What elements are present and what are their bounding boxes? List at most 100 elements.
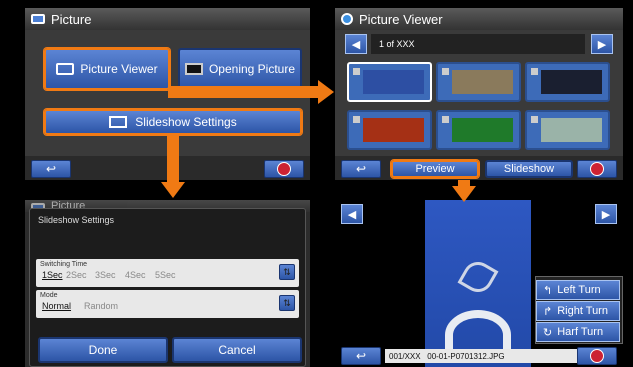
flow-arrow-to-viewer <box>168 86 320 98</box>
left-turn-button[interactable]: ↰ Left Turn <box>536 280 620 300</box>
half-turn-icon: ↻ <box>543 326 553 339</box>
half-turn-button[interactable]: ↻ Harf Turn <box>536 322 620 342</box>
right-turn-label: Right Turn <box>557 305 608 317</box>
back-button[interactable]: ↩ <box>31 160 71 178</box>
navigation-icon <box>277 162 291 176</box>
opening-picture-button[interactable]: Opening Picture <box>178 48 302 90</box>
preview-image <box>425 200 531 367</box>
mode-row: Mode Normal Random ⇅ <box>36 290 299 318</box>
slideshow-settings-label: Slideshow Settings <box>135 115 237 129</box>
opening-picture-label: Opening Picture <box>208 62 296 76</box>
file-info-text: 001/XXX 00-01-P0701312.JPG <box>389 351 505 361</box>
file-info-bar: 001/XXX 00-01-P0701312.JPG <box>385 349 577 363</box>
navigation-button[interactable] <box>577 347 617 365</box>
slideshow-settings-button[interactable]: Slideshow Settings <box>44 109 302 135</box>
arrow-left-icon: ◀ <box>351 38 361 51</box>
thumbnail-6[interactable] <box>525 110 610 150</box>
thumbnail-image <box>452 70 513 94</box>
next-page-button[interactable]: ▶ <box>591 34 613 54</box>
navigation-icon <box>590 162 604 176</box>
back-icon: ↩ <box>45 162 57 176</box>
thumbnail-image <box>541 118 602 142</box>
arrow-right-icon: ▶ <box>597 38 607 51</box>
switching-time-row: Switching Time 1Sec 2Sec 3Sec 4Sec 5Sec … <box>36 259 299 287</box>
thumbnail-checkbox[interactable] <box>442 68 449 75</box>
spin-icon: ⇅ <box>283 266 291 277</box>
thumbnail-5[interactable] <box>436 110 521 150</box>
thumbnail-image <box>363 118 424 142</box>
half-turn-label: Harf Turn <box>557 326 604 338</box>
picture-menu-title: Picture <box>51 11 92 27</box>
picture-menu-titlebar: Picture <box>25 8 310 30</box>
switching-option-4sec[interactable]: 4Sec <box>125 270 146 280</box>
navigation-icon <box>590 349 604 363</box>
flow-arrowhead-to-viewer <box>318 80 334 104</box>
slideshow-button[interactable]: Slideshow <box>485 160 573 178</box>
cancel-button[interactable]: Cancel <box>172 337 302 363</box>
thumbnail-2[interactable] <box>436 62 521 102</box>
slideshow-settings-screen: Picture Slideshow Settings Switching Tim… <box>25 200 310 367</box>
thumbnail-checkbox[interactable] <box>353 68 360 75</box>
globe-icon <box>341 13 353 25</box>
flow-arrowhead-to-settings <box>161 182 185 198</box>
page-indicator: 1 of XXX <box>371 34 585 54</box>
picture-icon <box>31 14 45 24</box>
page-indicator-text: 1 of XXX <box>379 39 415 49</box>
thumbnail-3[interactable] <box>525 62 610 102</box>
right-turn-icon: ↱ <box>543 305 553 318</box>
flow-arrowhead-to-preview <box>452 186 476 202</box>
slideshow-label: Slideshow <box>503 163 555 175</box>
picture-preview-screen: ◀ ▶ ↰ Left Turn ↱ Right Turn ↻ Harf Turn… <box>335 200 623 367</box>
slideshow-arrow-icon <box>109 116 128 128</box>
flow-arrow-to-settings <box>167 136 179 184</box>
done-button[interactable]: Done <box>38 337 168 363</box>
switching-option-2sec[interactable]: 2Sec <box>66 270 87 280</box>
thumbnail-checkbox[interactable] <box>531 68 538 75</box>
preview-button[interactable]: Preview <box>391 160 479 178</box>
switching-option-5sec[interactable]: 5Sec <box>155 270 176 280</box>
picture-viewer-button[interactable]: Picture Viewer <box>44 48 170 90</box>
switching-option-3sec[interactable]: 3Sec <box>95 270 116 280</box>
sculpture-shape <box>457 256 499 298</box>
viewer-bottombar: ↩ Preview Slideshow <box>335 156 623 180</box>
back-button[interactable]: ↩ <box>341 347 381 365</box>
thumbnail-checkbox[interactable] <box>353 116 360 123</box>
right-turn-button[interactable]: ↱ Right Turn <box>536 301 620 321</box>
dialog-title: Slideshow Settings <box>38 215 115 225</box>
thumbnail-1[interactable] <box>347 62 432 102</box>
picture-viewer-screen: Picture Viewer ◀ 1 of XXX ▶ ↩ Preview Sl… <box>335 8 623 180</box>
spin-icon: ⇅ <box>283 297 291 308</box>
switching-time-label: Switching Time <box>40 261 88 268</box>
preview-label: Preview <box>415 163 455 175</box>
rotate-menu: ↰ Left Turn ↱ Right Turn ↻ Harf Turn <box>535 276 623 344</box>
mode-label: Mode <box>40 292 58 299</box>
thumbnail-image <box>452 118 513 142</box>
left-turn-icon: ↰ <box>543 284 553 297</box>
mode-option-random[interactable]: Random <box>84 301 118 311</box>
screen-icon <box>184 63 203 75</box>
slideshow-dialog: Slideshow Settings Switching Time 1Sec 2… <box>29 208 306 367</box>
next-picture-button[interactable]: ▶ <box>595 204 617 224</box>
viewer-title: Picture Viewer <box>359 11 443 27</box>
switching-time-spin-button[interactable]: ⇅ <box>279 264 295 280</box>
navigation-button[interactable] <box>264 160 304 178</box>
thumbnail-checkbox[interactable] <box>442 116 449 123</box>
back-button[interactable]: ↩ <box>341 160 381 178</box>
thumbnail-4[interactable] <box>347 110 432 150</box>
camera-icon <box>56 63 75 75</box>
switching-option-1sec[interactable]: 1Sec <box>42 270 63 280</box>
viewer-titlebar: Picture Viewer <box>335 8 623 30</box>
previous-page-button[interactable]: ◀ <box>345 34 367 54</box>
arrow-left-icon: ◀ <box>347 208 357 221</box>
thumbnail-image <box>363 70 424 94</box>
navigation-button[interactable] <box>577 160 617 178</box>
done-label: Done <box>88 343 118 357</box>
mode-option-normal[interactable]: Normal <box>42 301 71 311</box>
thumbnail-image <box>541 70 602 94</box>
previous-picture-button[interactable]: ◀ <box>341 204 363 224</box>
thumbnail-checkbox[interactable] <box>531 116 538 123</box>
left-turn-label: Left Turn <box>557 284 601 296</box>
picture-viewer-label: Picture Viewer <box>80 62 158 76</box>
mode-spin-button[interactable]: ⇅ <box>279 295 295 311</box>
arrow-right-icon: ▶ <box>601 208 611 221</box>
